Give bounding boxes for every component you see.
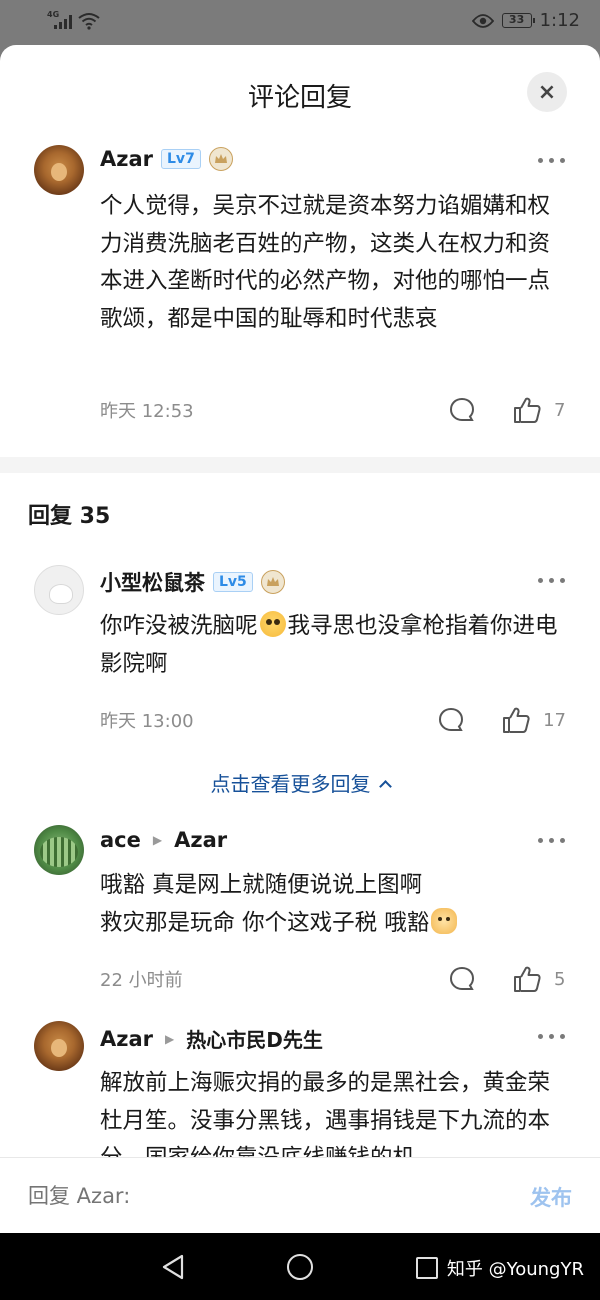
crown-icon: [208, 147, 233, 171]
reply-meta: 22 小时前 5: [100, 963, 566, 995]
more-options-icon[interactable]: [536, 578, 566, 586]
more-options-icon[interactable]: [536, 838, 566, 846]
avatar[interactable]: [34, 565, 84, 615]
reply-input[interactable]: [28, 1184, 448, 1208]
replies-header: 回复 35: [28, 504, 111, 529]
reply-text: 你咋没被洗脑呢 我寻思也没拿枪指着你进电影院啊: [100, 608, 565, 683]
close-icon: ×: [537, 79, 557, 105]
reply-to-name[interactable]: Azar: [174, 828, 227, 852]
reply-to-name[interactable]: 热心市民D先生: [186, 1024, 323, 1053]
battery-icon: 33: [501, 13, 535, 28]
view-more-replies-label: 点击查看更多回复: [210, 772, 371, 796]
status-bar: 4G 33 1:12: [0, 0, 600, 45]
reply-time: 22 小时前: [100, 970, 183, 991]
crown-icon: [260, 570, 285, 594]
comment-text: 个人觉得，吴京不过就是资本努力谄媚媾和权力消费洗脑老百姓的产物，这类人在权力和资…: [100, 193, 551, 332]
reply-text-part: 你咋没被洗脑呢: [100, 613, 258, 639]
comment-icon[interactable]: [437, 706, 465, 734]
more-options-icon[interactable]: [536, 1034, 566, 1042]
like-count: 7: [554, 399, 566, 421]
view-more-replies-link[interactable]: 点击查看更多回复: [0, 768, 600, 797]
avatar[interactable]: [34, 825, 84, 875]
comment-icon[interactable]: [448, 965, 476, 993]
more-options-icon[interactable]: [536, 158, 566, 166]
sheet-title: 评论回复: [247, 83, 352, 113]
back-icon[interactable]: [160, 1253, 186, 1281]
reply-arrow-icon: ▶: [165, 1031, 175, 1046]
comment-meta: 昨天 12:53 7: [100, 394, 566, 426]
avatar[interactable]: [34, 145, 84, 195]
close-button[interactable]: ×: [527, 72, 567, 112]
wifi-icon: [78, 13, 100, 30]
like-icon[interactable]: [512, 395, 542, 425]
reply-text: 哦豁 真是网上就随便说说上图啊 救灾那是玩命 你个这戏子税 哦豁: [100, 867, 565, 942]
signal-indicator: 4G: [47, 10, 100, 30]
author-name[interactable]: ace: [100, 828, 141, 852]
reply-arrow-icon: ▶: [152, 833, 163, 847]
reply-time: 昨天 13:00: [100, 711, 194, 732]
comment-icon[interactable]: [448, 396, 476, 424]
comment-time: 昨天 12:53: [100, 401, 194, 422]
system-nav-bar: 知乎 @YoungYR: [0, 1233, 600, 1300]
dog-emoji-icon: [431, 907, 458, 934]
thinking-emoji-icon: [259, 611, 286, 637]
author-row: Azar Lv7: [100, 147, 233, 171]
like-count: 17: [543, 709, 566, 731]
eye-icon: [471, 13, 494, 28]
clock: 1:12: [539, 10, 580, 31]
like-icon[interactable]: [512, 964, 542, 994]
status-right: 33 1:12: [471, 10, 580, 31]
reply-meta: 昨天 13:00 17: [100, 704, 566, 736]
comment-reply-sheet: 评论回复 × Azar Lv7 个人觉得，吴京不过就是资本努力谄媚媾和权力消费洗…: [0, 45, 600, 1233]
author-name[interactable]: Azar: [100, 1027, 153, 1051]
author-row: Azar ▶ 热心市民D先生: [100, 1024, 323, 1053]
like-icon[interactable]: [501, 705, 531, 735]
reply-text-line: 救灾那是玩命 你个这戏子税 哦豁: [100, 909, 430, 936]
author-row: ace ▶ Azar: [100, 828, 227, 852]
publish-button[interactable]: 发布: [530, 1182, 572, 1212]
author-row: 小型松鼠茶 Lv5: [100, 567, 285, 597]
recent-apps-icon[interactable]: [416, 1257, 438, 1279]
watermark: 知乎 @YoungYR: [446, 1259, 584, 1280]
author-name[interactable]: Azar: [100, 147, 153, 171]
level-badge: Lv5: [213, 572, 253, 592]
section-divider: [0, 457, 600, 473]
chevron-up-icon: [378, 780, 392, 793]
author-name[interactable]: 小型松鼠茶: [100, 567, 205, 597]
avatar[interactable]: [34, 1021, 84, 1071]
network-type: 4G: [47, 10, 60, 19]
home-icon[interactable]: [287, 1254, 313, 1280]
reply-bar: 发布: [0, 1157, 600, 1233]
reply-text-line: 哦豁 真是网上就随便说说上图啊: [100, 872, 423, 898]
level-badge: Lv7: [161, 149, 201, 169]
like-count: 5: [554, 968, 566, 990]
